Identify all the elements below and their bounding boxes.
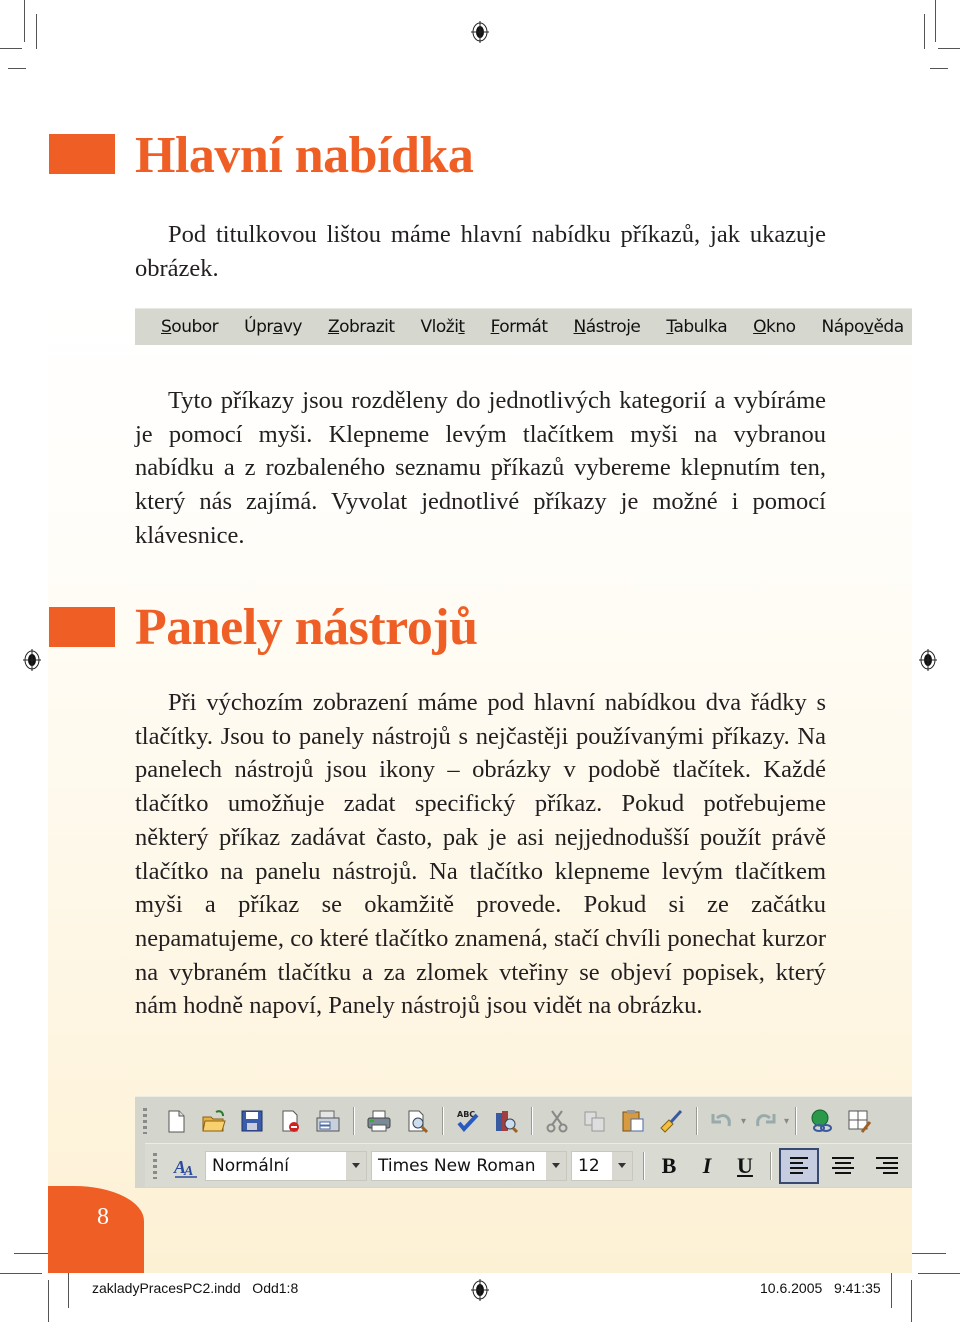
page-number: 8 <box>97 1204 109 1230</box>
paragraph: Pod titulkovou lištou máme hlavní nabídk… <box>135 218 826 285</box>
underline-button[interactable]: U <box>729 1150 761 1182</box>
heading-marker <box>49 607 115 647</box>
chevron-down-icon[interactable] <box>546 1151 566 1180</box>
formatting-toolbar: AA Normální Times New Roman 12 B I U <box>145 1143 912 1187</box>
print-icon <box>367 1110 391 1132</box>
email-icon <box>316 1110 340 1132</box>
menu-item-nastroje: Nástroje <box>573 317 641 337</box>
save-icon <box>241 1110 263 1132</box>
crop-mark <box>912 1253 946 1254</box>
menu-item-vlozit: Vložit <box>420 317 466 337</box>
crop-mark <box>891 1273 892 1308</box>
crop-mark <box>0 1273 42 1274</box>
crop-mark <box>918 1273 960 1274</box>
copy-icon <box>584 1111 605 1132</box>
research-icon <box>496 1111 519 1134</box>
slug-file-info: zakladyPracesPC2.indd Odd1:8 <box>92 1280 299 1296</box>
separator <box>531 1107 532 1135</box>
menu-item-zobrazit: Zobrazit <box>327 317 395 337</box>
bold-button[interactable]: B <box>653 1150 685 1182</box>
print-preview-icon <box>408 1110 429 1134</box>
menu-item-napoveda: Nápověda <box>821 317 905 337</box>
menu-item-soubor: Soubor <box>161 317 219 337</box>
chevron-down-icon[interactable] <box>612 1151 632 1180</box>
align-left-button[interactable] <box>779 1147 819 1184</box>
crop-mark <box>68 1273 69 1308</box>
registration-mark-icon <box>471 1279 489 1301</box>
registration-mark-icon <box>471 21 489 43</box>
paragraph-text: Tyto příkazy jsou rozděleny do jednotliv… <box>135 387 826 549</box>
style-select[interactable]: Normální <box>205 1150 367 1181</box>
separator <box>696 1107 697 1135</box>
spelling-icon: ABC <box>457 1110 479 1133</box>
crop-mark <box>938 48 960 49</box>
font-select[interactable]: Times New Roman <box>371 1150 567 1181</box>
style-select-value: Normální <box>212 1155 290 1176</box>
crop-mark <box>14 1253 48 1254</box>
registration-mark-icon <box>919 649 937 671</box>
separator <box>770 1151 771 1180</box>
grip-handle <box>143 1108 147 1134</box>
permission-icon <box>282 1110 299 1132</box>
crop-mark <box>930 68 948 69</box>
menu-bar-screenshot: Soubor Úpravy Zobrazit Vložit Formát Nástroje… <box>135 308 912 345</box>
cut-icon <box>546 1110 568 1133</box>
font-size-value: 12 <box>578 1155 600 1176</box>
redo-dropdown-icon: ▾ <box>784 1115 790 1127</box>
slug-datetime: 10.6.2005 9:41:35 <box>760 1280 881 1296</box>
chevron-down-icon[interactable] <box>346 1151 366 1180</box>
separator <box>442 1107 443 1135</box>
paragraph-text: Při výchozím zobrazení máme pod hlavní n… <box>135 689 826 1020</box>
font-size-select[interactable]: 12 <box>571 1150 633 1181</box>
section-title-toolbars: Panely nástrojů <box>135 599 478 656</box>
new-document-icon <box>168 1110 185 1133</box>
undo-dropdown-icon: ▾ <box>741 1115 747 1127</box>
separator <box>353 1107 354 1135</box>
justify-button[interactable] <box>911 1148 912 1184</box>
menu-item-okno: Okno <box>753 317 796 337</box>
paragraph: Tyto příkazy jsou rozděleny do jednotliv… <box>135 384 826 553</box>
menu-item-upravy: Úpravy <box>244 317 302 337</box>
menu-item-tabulka: Tabulka <box>666 317 728 337</box>
crop-mark <box>8 68 26 69</box>
menu-item-format: Formát <box>490 317 548 337</box>
heading-marker <box>49 134 115 174</box>
redo-icon <box>756 1114 776 1127</box>
toolbar-screenshot: ABC ▾ ▾ AA Normální Times New Roman 12 B… <box>135 1096 912 1188</box>
separator <box>795 1107 797 1135</box>
crop-mark <box>48 1280 49 1322</box>
standard-toolbar: ABC ▾ ▾ <box>135 1099 878 1143</box>
paste-icon <box>622 1110 644 1132</box>
format-painter-icon <box>660 1109 683 1133</box>
grip-handle <box>153 1152 157 1179</box>
section-title-main-menu: Hlavní nabídka <box>135 127 474 184</box>
crop-mark <box>935 0 936 42</box>
crop-mark <box>0 48 22 49</box>
crop-mark <box>36 14 37 49</box>
hyperlink-icon <box>811 1109 833 1132</box>
crop-mark <box>911 1280 912 1322</box>
undo-icon <box>711 1114 731 1127</box>
styles-icon: AA <box>173 1157 197 1179</box>
italic-button[interactable]: I <box>691 1150 723 1182</box>
paragraph-text: Pod titulkovou lištou máme hlavní nabídk… <box>135 221 826 282</box>
tables-borders-icon <box>848 1110 872 1133</box>
separator <box>643 1151 644 1180</box>
registration-mark-icon <box>23 649 41 671</box>
paragraph: Při výchozím zobrazení máme pod hlavní n… <box>135 686 826 1023</box>
open-folder-icon <box>202 1110 226 1132</box>
align-right-button[interactable] <box>867 1148 907 1184</box>
crop-mark <box>24 0 25 42</box>
font-select-value: Times New Roman <box>378 1155 536 1176</box>
crop-mark <box>924 14 925 49</box>
align-center-button[interactable] <box>823 1148 863 1184</box>
